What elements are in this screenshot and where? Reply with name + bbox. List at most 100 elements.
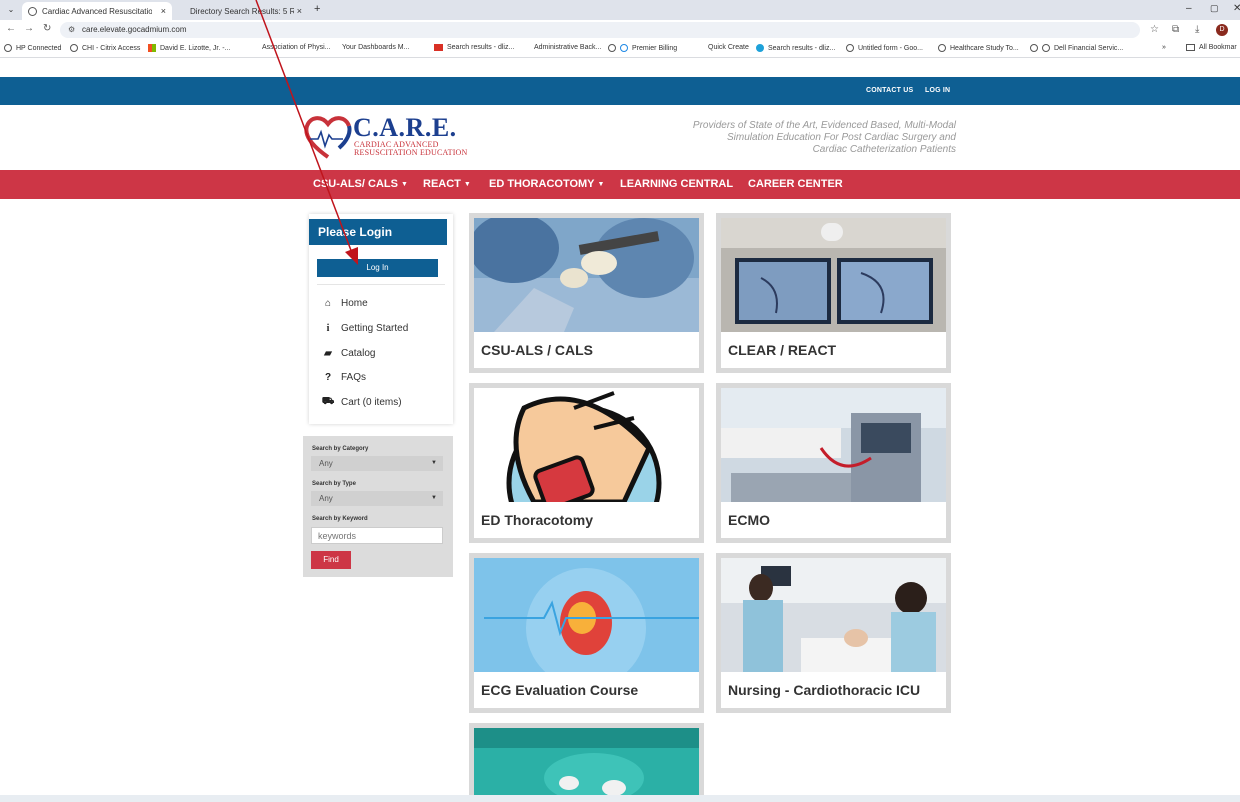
course-card-csu-als[interactable]: CSU-ALS / CALS (469, 213, 704, 373)
book-icon: ▰ (324, 348, 332, 359)
ecmo-photo (721, 388, 946, 502)
sidebar-item-label: Cart (0 items) (341, 397, 402, 408)
course-title: ECG Evaluation Course (481, 682, 639, 698)
tab-title: Cardiac Advanced Resuscitation (42, 6, 152, 16)
sidebar-item-label: Home (341, 298, 368, 309)
log-in-button[interactable]: Log In (317, 259, 438, 277)
course-card-ecmo[interactable]: ECMO (716, 383, 951, 543)
bookmark-item[interactable]: Premier Billing (608, 44, 677, 52)
globe-icon (4, 44, 12, 52)
close-tab-icon[interactable]: × (161, 6, 166, 16)
minimize-icon[interactable]: – (1186, 3, 1192, 14)
sidebar-item-getting-started[interactable]: i Getting Started (321, 323, 409, 334)
nav-csu-als-cals[interactable]: CSU-ALS/ CALS ▼ (313, 178, 408, 190)
sidebar-item-label: Getting Started (341, 323, 409, 334)
course-card-ed-thoracotomy[interactable]: ED Thoracotomy (469, 383, 704, 543)
category-label: Search by Category (312, 446, 369, 452)
bookmark-label: Your Dashboards M... (342, 44, 410, 51)
bookmark-label: All Bookmar (1199, 44, 1237, 51)
course-title: ECMO (728, 512, 770, 528)
bookmark-item[interactable]: Association of Physi... (262, 44, 330, 51)
sidebar-item-label: Catalog (341, 348, 376, 359)
tab-title: Directory Search Results: 5 Rec (190, 6, 294, 16)
microsoft-icon (148, 44, 156, 52)
sidebar-item-cart[interactable]: ⛟ Cart (0 items) (321, 396, 402, 409)
bookmark-item[interactable]: Healthcare Study To... (938, 44, 1019, 52)
course-image (721, 388, 946, 502)
gmail-icon (434, 44, 443, 51)
bookmark-item[interactable]: Search results - dliz... (434, 44, 514, 51)
select-value: Any (319, 494, 333, 503)
contact-us-link[interactable]: CONTACT US (866, 87, 913, 94)
keyword-input[interactable] (311, 527, 443, 544)
type-select[interactable]: Any ▼ (311, 491, 443, 506)
bookmark-item[interactable]: David E. Lizotte, Jr. -... (148, 44, 230, 52)
nav-ed-thoracotomy[interactable]: ED THORACOTOMY ▼ (489, 178, 604, 190)
tab-search-icon[interactable]: ⌄ (4, 4, 18, 16)
close-tab-icon[interactable]: × (297, 6, 302, 16)
bookmarks-overflow-button[interactable]: » (1162, 44, 1166, 51)
course-card-ecg[interactable]: ECG Evaluation Course (469, 553, 704, 713)
course-card-nursing-icu[interactable]: Nursing - Cardiothoracic ICU (716, 553, 951, 713)
type-label: Search by Type (312, 481, 356, 487)
category-select[interactable]: Any ▼ (311, 456, 443, 471)
sidebar-item-faqs[interactable]: ? FAQs (321, 372, 366, 383)
back-icon[interactable]: ← (6, 23, 16, 34)
bookmark-label: CHI - Citrix Access (82, 44, 141, 52)
login-panel: Please Login Log In ⌂ Home i Getting Start… (309, 214, 453, 424)
caret-down-icon: ▼ (463, 181, 471, 188)
find-button[interactable]: Find (311, 551, 351, 569)
forward-icon[interactable]: → (24, 23, 34, 34)
screen: ⌄ Cardiac Advanced Resuscitation × Direc… (0, 0, 1240, 802)
bookmark-item[interactable]: Administrative Back... (534, 44, 601, 51)
nav-career-center[interactable]: CAREER CENTER (748, 178, 843, 190)
bookmark-label: Search results - dliz... (447, 44, 515, 51)
download-icon[interactable]: ⤓ (1195, 24, 1199, 35)
reload-icon[interactable]: ↻ (43, 23, 51, 34)
site-info-icon[interactable]: ⚙ (68, 22, 75, 38)
logo-title: C.A.R.E. (353, 113, 457, 142)
course-title: CSU-ALS / CALS (481, 342, 593, 358)
globe-icon (846, 44, 854, 52)
tab-cardiac-advanced[interactable]: Cardiac Advanced Resuscitation × (22, 2, 172, 20)
bookmark-item[interactable]: Untitled form - Goo... (846, 44, 923, 52)
course-card-surgery[interactable] (469, 723, 704, 802)
bookmark-item[interactable]: Quick Create (708, 44, 749, 51)
close-window-icon[interactable]: ✕ (1233, 3, 1240, 14)
bookmark-star-icon[interactable]: ☆ (1150, 24, 1159, 35)
nav-learning-central[interactable]: LEARNING CENTRAL (620, 178, 733, 190)
extensions-icon[interactable]: ⧉ (1172, 24, 1179, 35)
course-card-clear-react[interactable]: CLEAR / REACT (716, 213, 951, 373)
bookmark-label: Premier Billing (632, 44, 678, 52)
globe-icon (608, 44, 616, 52)
sidebar-item-catalog[interactable]: ▰ Catalog (321, 348, 375, 359)
bookmark-item[interactable]: Your Dashboards M... (342, 44, 409, 51)
profile-avatar[interactable]: D (1216, 24, 1228, 36)
home-icon: ⌂ (324, 298, 332, 309)
globe-icon (70, 44, 78, 52)
question-icon: ? (324, 372, 332, 383)
bookmark-label: Untitled form - Goo... (858, 44, 923, 52)
bookmarks-bar: HP Connected CHI - Citrix Access David E… (0, 40, 1240, 58)
bookmark-item[interactable]: Search results - dliz... (756, 44, 835, 52)
course-image (474, 558, 699, 672)
nav-react[interactable]: REACT ▼ (423, 178, 471, 190)
bookmark-item[interactable]: CHI - Citrix Access (70, 44, 140, 52)
dropdown-arrow-icon: ▼ (431, 460, 437, 466)
all-bookmarks-folder[interactable]: All Bookmar (1186, 44, 1237, 51)
address-bar[interactable]: ⚙ care.elevate.gocadmium.com (60, 22, 1140, 38)
care-logo[interactable]: C.A.R.E. CARDIAC ADVANCED RESUSCITATION … (303, 113, 478, 161)
site-top-bar: CONTACT US LOG IN (0, 77, 1240, 105)
tab-directory-search[interactable]: Directory Search Results: 5 Rec × (178, 2, 308, 20)
bookmark-item[interactable]: Dell Financial Servic... (1030, 44, 1123, 52)
new-tab-button[interactable]: + (314, 3, 320, 15)
sidebar-item-home[interactable]: ⌂ Home (321, 298, 368, 309)
bookmark-label: Healthcare Study To... (950, 44, 1019, 52)
globe-icon (28, 6, 37, 16)
maximize-icon[interactable]: ▢ (1210, 3, 1219, 14)
course-image (474, 388, 699, 502)
bookmark-item[interactable]: HP Connected (4, 44, 61, 52)
keyword-label: Search by Keyword (312, 516, 368, 522)
bookmark-label: Association of Physi... (262, 44, 331, 51)
log-in-link[interactable]: LOG IN (925, 87, 950, 94)
